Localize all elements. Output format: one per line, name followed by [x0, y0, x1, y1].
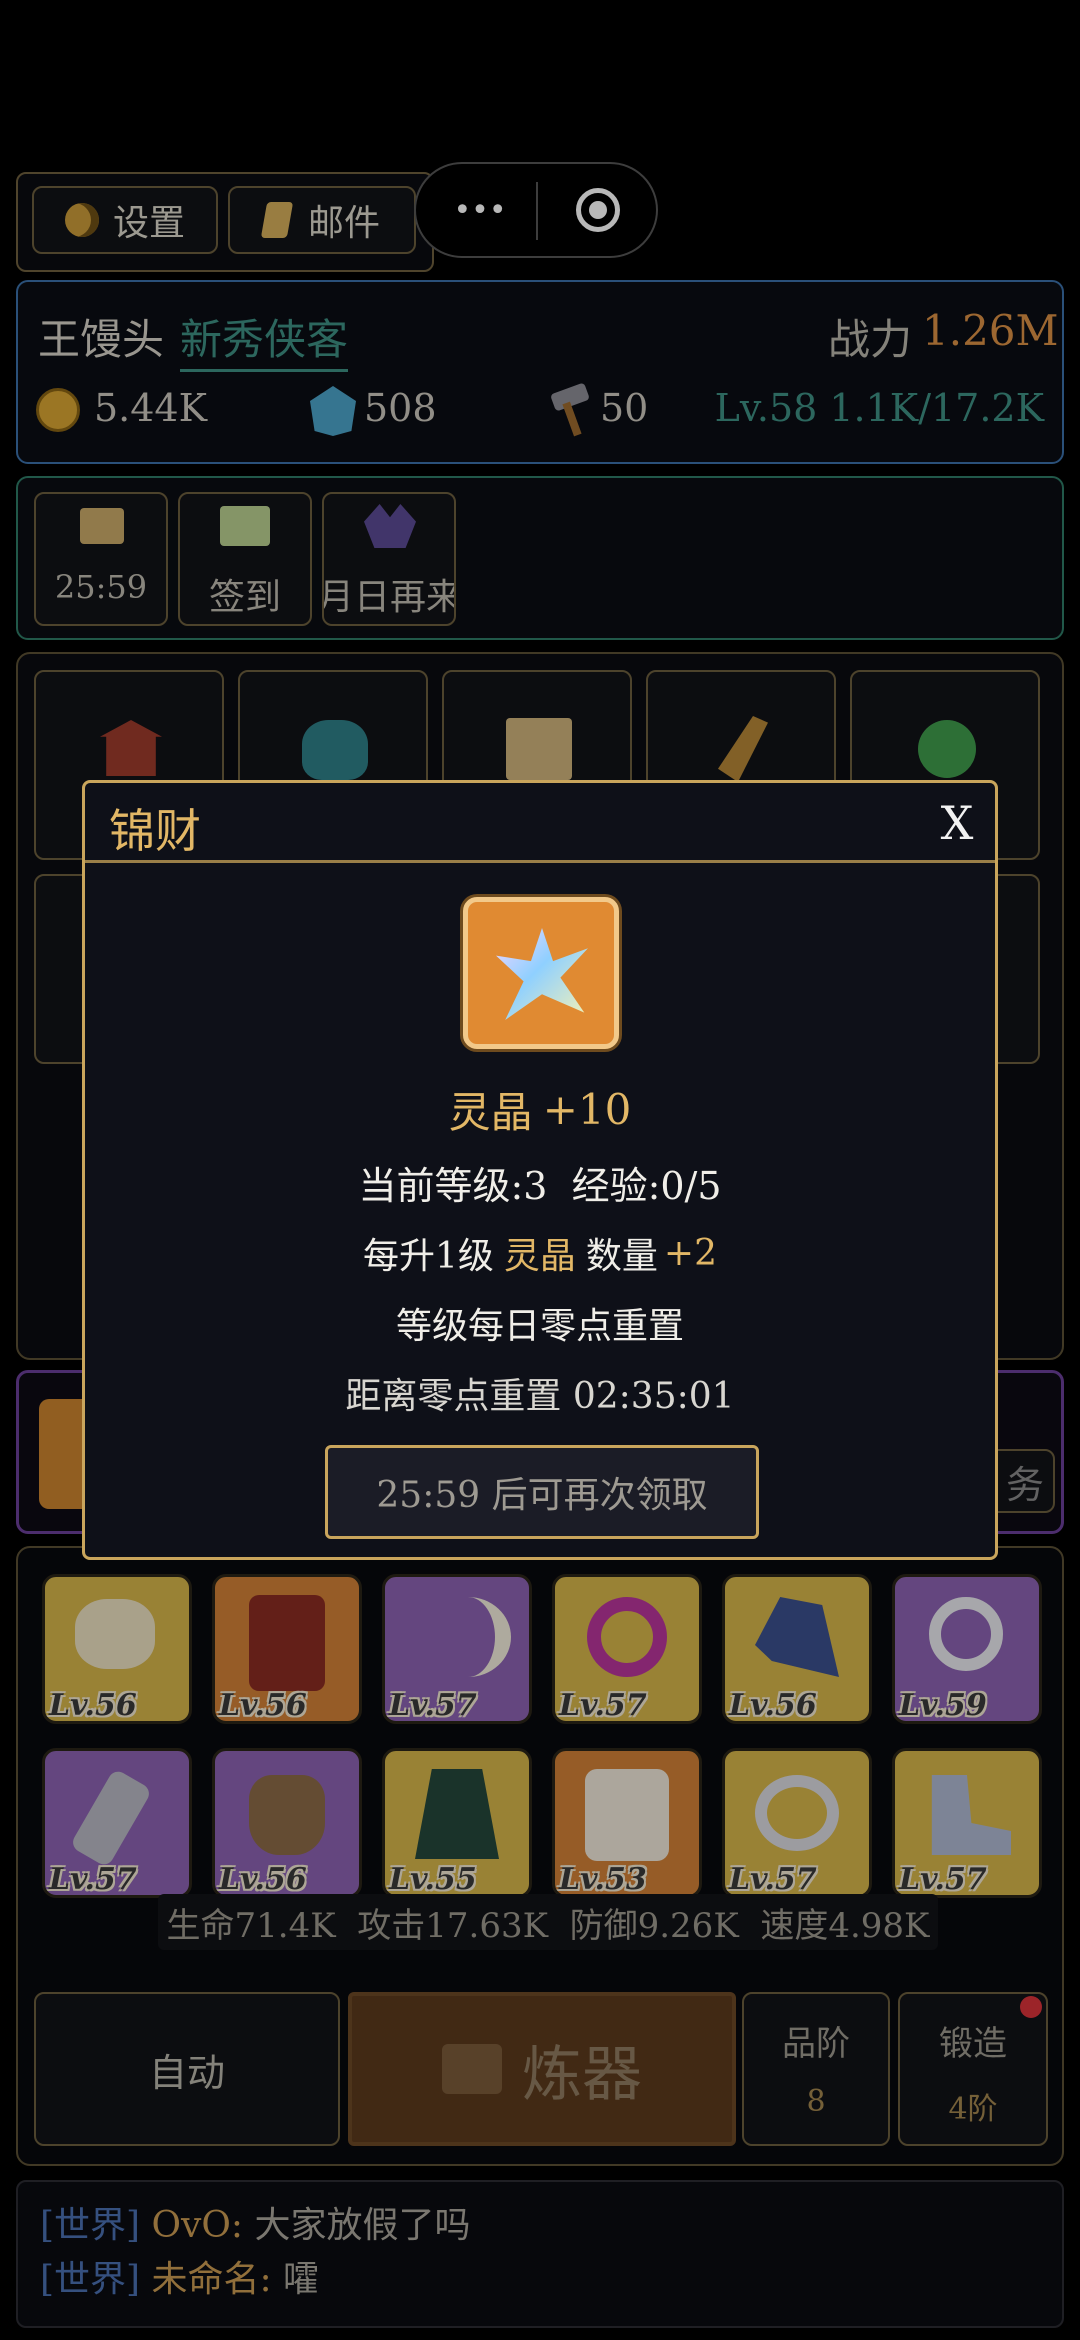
- per-level-amount: +2: [663, 1232, 717, 1274]
- reset-countdown: 距离零点重置 02:35:01: [345, 1376, 735, 1417]
- modal-close-button[interactable]: X: [931, 796, 983, 850]
- modal-title: 锦财: [109, 804, 201, 858]
- per-level-mid: 数量: [585, 1236, 658, 1277]
- reset-note: 等级每日零点重置: [395, 1306, 684, 1347]
- crystal-star-icon: [496, 928, 588, 1020]
- per-level-item: 灵晶: [503, 1236, 576, 1277]
- claim-button-label: 25:59 后可再次领取: [376, 1475, 708, 1516]
- reward-line: 灵晶 +10: [85, 1079, 995, 1140]
- reward-amount: +10: [542, 1085, 632, 1134]
- close-icon: X: [940, 796, 974, 850]
- reward-item-frame: [463, 897, 619, 1049]
- per-level-line: 每升1级 灵晶 数量 +2: [85, 1227, 995, 1279]
- level-exp-line: 当前等级:3 经验:0/5: [85, 1155, 995, 1210]
- modal-header: [85, 783, 995, 863]
- reward-name: 灵晶: [448, 1088, 533, 1137]
- reward-modal: 锦财 X 灵晶 +10 当前等级:3 经验:0/5 每升1级 灵晶 数量 +2 …: [82, 780, 998, 1560]
- per-level-prefix: 每升1级: [362, 1236, 494, 1277]
- claim-button[interactable]: 25:59 后可再次领取: [325, 1445, 759, 1539]
- level-exp-text: 当前等级:3 经验:0/5: [358, 1164, 722, 1208]
